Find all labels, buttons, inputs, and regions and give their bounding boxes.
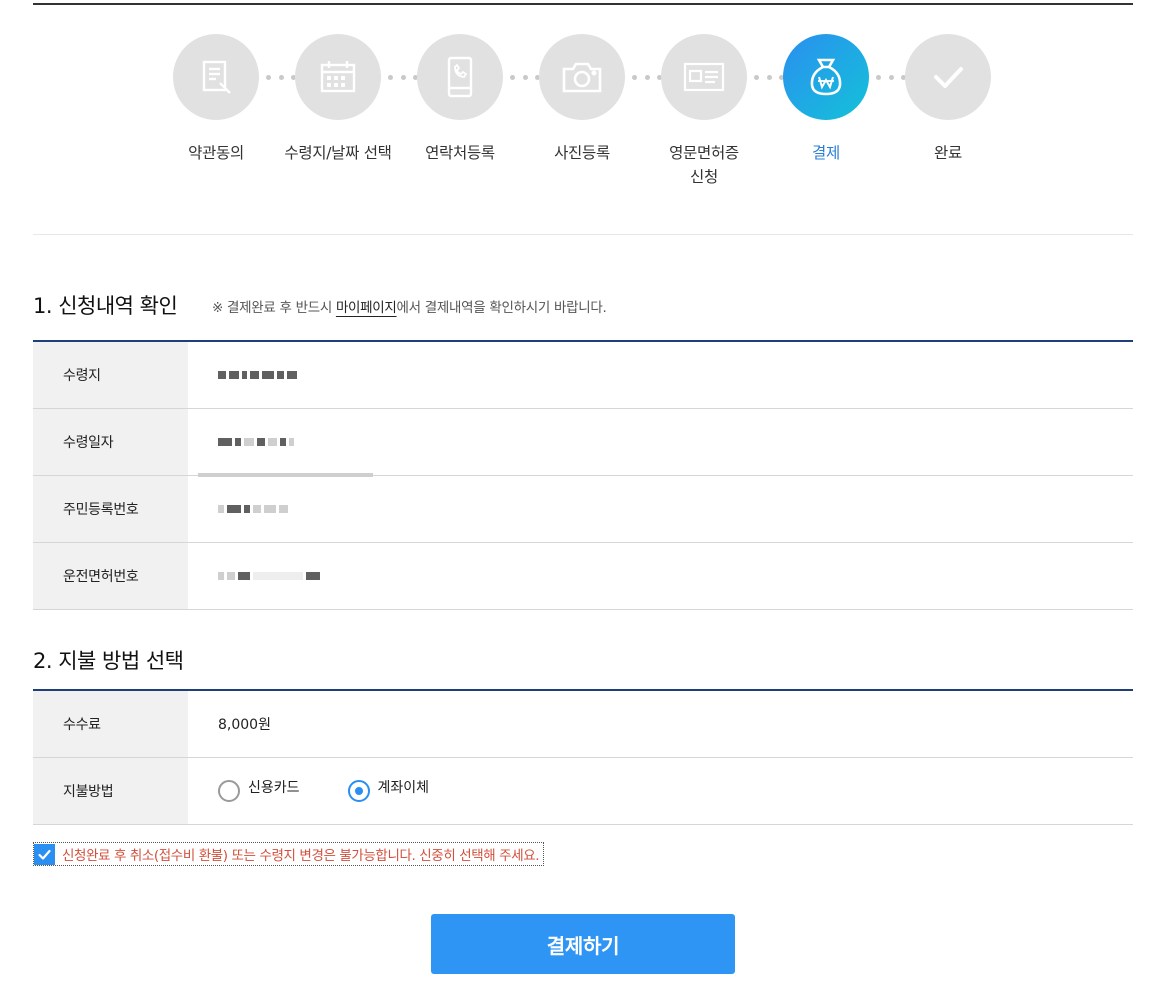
top-rule: [33, 3, 1133, 5]
mypage-link[interactable]: 마이페이지: [336, 300, 397, 316]
table-row: 주민등록번호: [33, 476, 1133, 543]
table-row: 지불방법 신용카드 계좌이체: [33, 758, 1133, 825]
masked-value: [188, 476, 1133, 542]
step-license: 영문면허증 신청: [643, 34, 765, 189]
phone-icon: [417, 34, 503, 120]
step-label: 완료: [934, 144, 962, 162]
method-label: 지불방법: [33, 758, 188, 824]
step-label: 수령지/날짜 선택: [284, 144, 392, 162]
step-photo: 사진등록: [521, 34, 643, 165]
step-label: 결제: [812, 144, 840, 162]
money-bag-won-icon: [783, 34, 869, 120]
row-label: 수령지: [33, 342, 188, 408]
agreement-checkbox[interactable]: [34, 843, 55, 865]
pay-button[interactable]: 결제하기: [431, 914, 735, 974]
agreement-checkbox-row[interactable]: 신청완료 후 취소(접수비 환불) 또는 수령지 변경은 불가능합니다. 신중히…: [33, 842, 545, 866]
row-label: 수령일자: [33, 409, 188, 475]
payment-method-options: 신용카드 계좌이체: [188, 758, 1133, 824]
radio-credit-card[interactable]: 신용카드: [218, 780, 300, 802]
progress-stepper: 약관동의 수령지/날짜 선택 연락처등록 사진등록 영문면허증 신청 결제 완료: [170, 34, 1000, 194]
radio-circle[interactable]: [218, 780, 240, 802]
calendar-icon: [295, 34, 381, 120]
step-label: 약관동의: [188, 144, 244, 162]
id-card-icon: [661, 34, 747, 120]
table-row: 수령지: [33, 342, 1133, 409]
step-contact: 연락처등록: [399, 34, 521, 165]
row-label: 운전면허번호: [33, 543, 188, 609]
table-row: 운전면허번호: [33, 543, 1133, 610]
fee-value: 8,000원: [218, 717, 271, 733]
step-complete: 완료: [887, 34, 1009, 165]
divider: [33, 234, 1133, 235]
radio-bank-transfer[interactable]: 계좌이체: [347, 780, 429, 802]
fee-label: 수수료: [33, 691, 188, 757]
check-icon: [38, 849, 51, 860]
section-title-application: 1. 신청내역 확인: [33, 294, 178, 318]
payment-table: 수수료 8,000원 지불방법 신용카드 계좌이체: [33, 689, 1133, 825]
step-payment: 결제: [765, 34, 887, 165]
section-title-payment: 2. 지불 방법 선택: [33, 649, 184, 673]
step-label: 영문면허증 신청: [669, 144, 739, 186]
row-label: 주민등록번호: [33, 476, 188, 542]
table-row: 수수료 8,000원: [33, 691, 1133, 758]
radio-circle[interactable]: [347, 780, 370, 802]
document-pen-icon: [173, 34, 259, 120]
agreement-text: 신청완료 후 취소(접수비 환불) 또는 수령지 변경은 불가능합니다. 신중히…: [62, 848, 540, 864]
masked-value: [188, 342, 1133, 408]
step-terms: 약관동의: [155, 34, 277, 165]
checkmark-icon: [905, 34, 991, 120]
step-label: 연락처등록: [425, 144, 495, 162]
table-row: 수령일자: [33, 409, 1133, 477]
masked-value: [188, 409, 1133, 477]
mypage-note: ※ 결제완료 후 반드시 마이페이지에서 결제내역을 확인하시기 바랍니다.: [212, 300, 607, 316]
step-place-date: 수령지/날짜 선택: [277, 34, 399, 165]
step-label: 사진등록: [554, 144, 610, 162]
masked-value: [188, 543, 1133, 609]
camera-icon: [539, 34, 625, 120]
application-table: 수령지 수령일자 주민등록번호 운전면허번호: [33, 340, 1133, 610]
